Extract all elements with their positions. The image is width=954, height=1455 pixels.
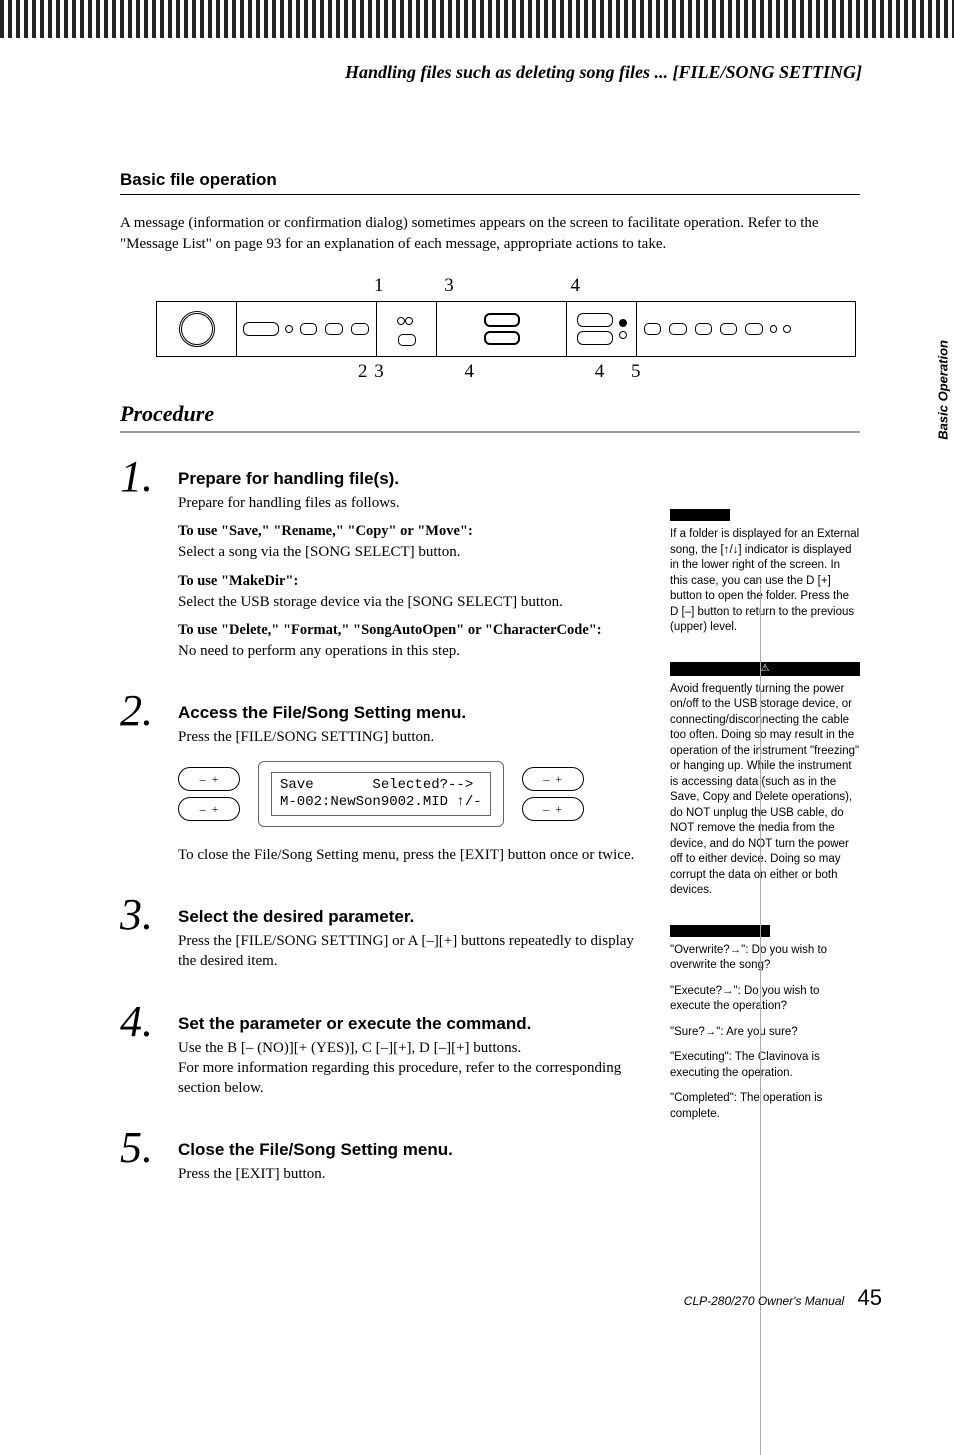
step-text: Press the [EXIT] button. — [178, 1164, 453, 1184]
display-icon — [484, 313, 520, 327]
step-sub-bold: To use "Save," "Rename," "Copy" or "Move… — [178, 523, 602, 540]
diagram-panel — [156, 301, 856, 357]
step-4: 4. Set the parameter or execute the comm… — [120, 1002, 650, 1109]
rec-icon — [619, 319, 627, 327]
page-footer: CLP-280/270 Owner's Manual 45 — [684, 1285, 882, 1311]
warning-icon: ⚠ — [761, 663, 770, 674]
button-icon — [669, 323, 686, 335]
step-number: 2. — [120, 691, 178, 875]
button-icon — [351, 323, 369, 335]
diagram-bottom-numbers: 2 3 4 4 5 — [354, 361, 856, 383]
step-sub-text: Select the USB storage device via the [S… — [178, 592, 602, 612]
section-title: Basic file operation — [120, 170, 860, 195]
lcd-diagram: – + – + Save Selected?--> M-002:NewSon90… — [178, 761, 634, 827]
intro-paragraph: A message (information or confirmation d… — [120, 213, 860, 255]
step-text: Prepare for handling files as follows. — [178, 493, 602, 513]
term-item: "Executing": The Clavinova is executing … — [670, 1050, 860, 1081]
panel-diagram: 1 3 4 — [156, 275, 856, 383]
step-title: Access the File/Song Setting menu. — [178, 703, 634, 723]
diag-num: 4 — [465, 361, 475, 383]
top-barcode — [0, 0, 954, 38]
button-icon — [720, 323, 737, 335]
footer-model: CLP-280/270 Owner's Manual — [684, 1294, 844, 1308]
step-sub-text: Select a song via the [SONG SELECT] butt… — [178, 542, 602, 562]
volume-knob-icon — [179, 311, 215, 347]
display-icon — [484, 331, 520, 345]
button-icon — [325, 323, 343, 335]
button-b-icon: – + — [178, 797, 240, 821]
button-icon — [398, 334, 416, 346]
step-title: Select the desired parameter. — [178, 907, 650, 927]
led-icon — [285, 325, 293, 333]
diag-num: 3 — [444, 275, 454, 297]
diag-num: 3 — [374, 361, 384, 383]
steps-column: 1. Prepare for handling file(s). Prepare… — [120, 457, 650, 1215]
led-icon — [405, 317, 413, 325]
term-item: "Completed": The operation is complete. — [670, 1091, 860, 1122]
button-icon — [695, 323, 712, 335]
step-text: Press the [FILE/SONG SETTING] or A [–][+… — [178, 931, 650, 972]
button-icon — [577, 331, 613, 345]
step-text: Use the B [– (NO)][+ (YES)], C [–][+], D… — [178, 1038, 650, 1099]
sidebar-column: If a folder is displayed for an External… — [670, 509, 860, 1148]
step-sub-bold: To use "MakeDir": — [178, 573, 602, 590]
vertical-divider — [760, 585, 761, 1455]
footer-page-number: 45 — [858, 1285, 882, 1310]
lcd-line1: Save Selected?--> — [280, 777, 473, 793]
term-item: "Overwrite?→": Do you wish to overwrite … — [670, 943, 860, 974]
button-a-icon: – + — [178, 767, 240, 791]
diag-num: 5 — [631, 361, 641, 383]
lcd-line2: M-002:NewSon9002.MID ↑/- — [280, 794, 482, 810]
step-number: 4. — [120, 1002, 178, 1109]
step-number: 1. — [120, 457, 178, 671]
term-header-bar — [670, 925, 770, 937]
step-text: Press the [FILE/SONG SETTING] button. — [178, 727, 634, 747]
lcd-screen: Save Selected?--> M-002:NewSon9002.MID ↑… — [258, 761, 504, 827]
term-item: "Execute?→": Do you wish to execute the … — [670, 984, 860, 1015]
step-number: 5. — [120, 1128, 178, 1194]
button-icon — [577, 313, 613, 327]
side-tab-label: Basic Operation — [936, 340, 951, 440]
led-icon — [770, 325, 778, 333]
terminology-block: "Overwrite?→": Do you wish to overwrite … — [670, 925, 860, 1123]
tip-header-bar — [670, 509, 730, 521]
step-5: 5. Close the File/Song Setting menu. Pre… — [120, 1128, 650, 1194]
button-icon — [644, 323, 661, 335]
caution-text: Avoid frequently turning the power on/of… — [670, 682, 860, 899]
step-sub-bold: To use "Delete," "Format," "SongAutoOpen… — [178, 622, 602, 639]
step-2: 2. Access the File/Song Setting menu. Pr… — [120, 691, 650, 875]
step-title: Set the parameter or execute the command… — [178, 1014, 650, 1034]
button-icon — [300, 323, 318, 335]
tip-block: If a folder is displayed for an External… — [670, 509, 860, 636]
button-d-icon: – + — [522, 797, 584, 821]
led-icon — [619, 331, 627, 339]
led-icon — [397, 317, 405, 325]
button-icon — [745, 323, 762, 335]
step-title: Prepare for handling file(s). — [178, 469, 602, 489]
led-icon — [783, 325, 791, 333]
tip-text: If a folder is displayed for an External… — [670, 527, 860, 636]
step-3: 3. Select the desired parameter. Press t… — [120, 895, 650, 982]
diag-num: 2 — [358, 361, 368, 383]
step-number: 3. — [120, 895, 178, 982]
diag-num: 4 — [595, 361, 605, 383]
button-c-icon: – + — [522, 767, 584, 791]
caution-block: ⚠ Avoid frequently turning the power on/… — [670, 662, 860, 899]
diag-num: 4 — [571, 275, 581, 297]
diagram-top-numbers: 1 3 4 — [356, 275, 856, 297]
step-sub-text: No need to perform any operations in thi… — [178, 641, 602, 661]
button-icon — [243, 322, 279, 336]
step-title: Close the File/Song Setting menu. — [178, 1140, 453, 1160]
diag-num: 1 — [374, 275, 384, 297]
procedure-heading: Procedure — [120, 401, 860, 433]
lcd-text: Save Selected?--> M-002:NewSon9002.MID ↑… — [271, 772, 491, 816]
page-header-title: Handling files such as deleting song fil… — [345, 62, 862, 83]
step-1: 1. Prepare for handling file(s). Prepare… — [120, 457, 650, 671]
caution-header-bar: ⚠ — [670, 662, 860, 676]
step-after-text: To close the File/Song Setting menu, pre… — [178, 845, 634, 865]
term-item: "Sure?→": Are you sure? — [670, 1025, 860, 1041]
